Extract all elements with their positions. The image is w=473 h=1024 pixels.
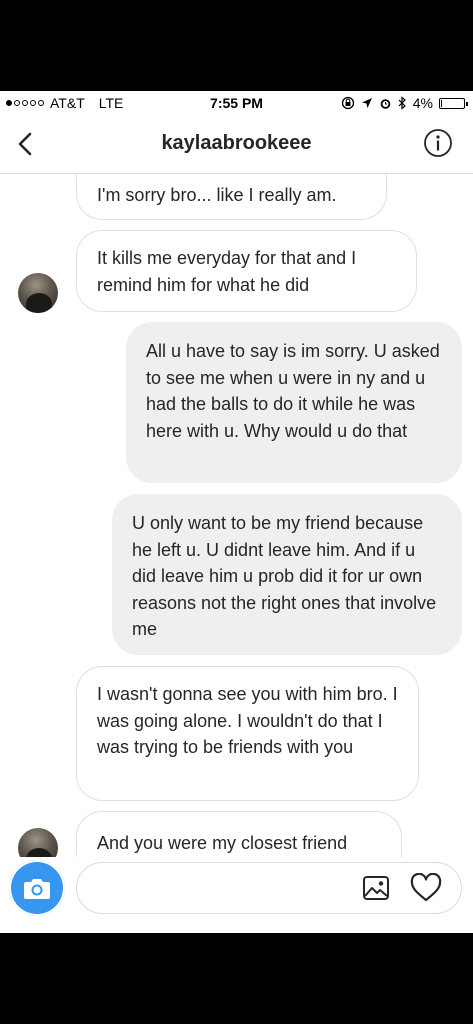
contact-avatar[interactable] <box>18 828 58 857</box>
info-icon[interactable] <box>423 128 453 158</box>
direct-message-screen: AT&T LTE 7:55 PM 4% kaylaabrookeee I'm s… <box>0 91 473 933</box>
camera-icon <box>24 879 50 899</box>
contact-avatar[interactable] <box>18 273 58 313</box>
message-input[interactable] <box>76 862 462 914</box>
location-icon <box>361 98 372 108</box>
conversation-header: kaylaabrookeee <box>0 115 473 174</box>
gallery-icon[interactable] <box>362 874 390 902</box>
battery-icon <box>439 97 468 109</box>
message-bubble-incoming[interactable]: I wasn't gonna see you with him bro. I w… <box>76 666 419 801</box>
camera-button[interactable] <box>9 860 65 916</box>
status-bar: AT&T LTE 7:55 PM 4% <box>0 91 473 115</box>
screen-rotation-lock-icon <box>341 96 354 110</box>
message-bubble-incoming[interactable]: It kills me everyday for that and I remi… <box>76 230 417 312</box>
bluetooth-icon <box>398 96 406 110</box>
message-thread[interactable]: I'm sorry bro... like I really am. It ki… <box>0 174 473 857</box>
conversation-title[interactable]: kaylaabrookeee <box>0 132 473 155</box>
heart-icon[interactable] <box>410 873 442 903</box>
message-composer <box>0 857 473 933</box>
message-bubble-outgoing[interactable]: U only want to be my friend because he l… <box>112 494 462 655</box>
battery-level <box>441 99 442 107</box>
message-bubble-incoming[interactable]: And you were my closest friend <box>76 811 402 857</box>
status-right: 4% <box>341 95 468 111</box>
battery-percent: 4% <box>412 95 433 111</box>
message-bubble-incoming[interactable]: I'm sorry bro... like I really am. <box>76 174 387 220</box>
message-bubble-outgoing[interactable]: All u have to say is im sorry. U asked t… <box>126 322 462 483</box>
alarm-icon <box>380 98 391 109</box>
